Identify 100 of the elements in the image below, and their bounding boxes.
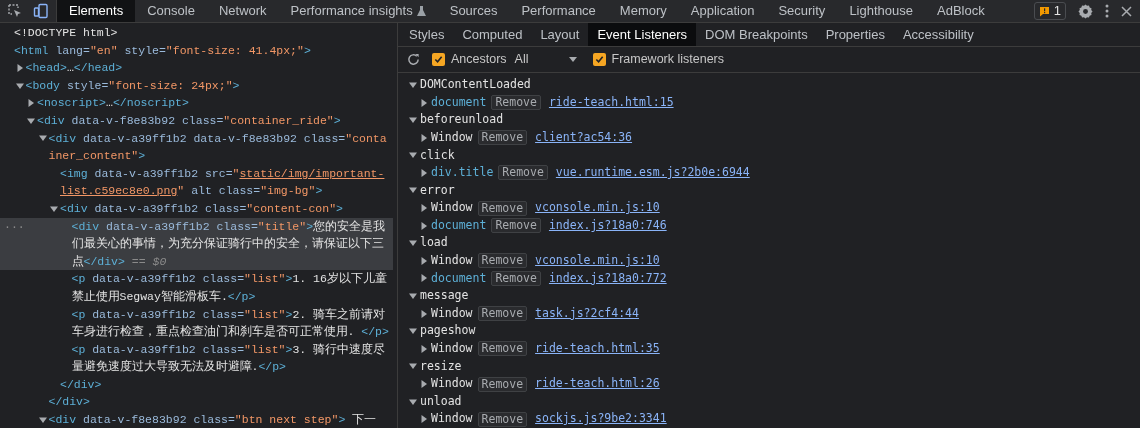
event-name[interactable]: error — [420, 181, 455, 200]
listener-target[interactable]: document — [431, 216, 487, 235]
source-link[interactable]: ride-teach.html:15 — [548, 93, 674, 112]
remove-button[interactable]: Remove — [477, 411, 528, 427]
dom-node-line[interactable]: <head>…</head> — [25, 59, 127, 77]
dom-node-line[interactable]: <div data-v-f8e83b92 class="container_ride"> — [37, 111, 345, 130]
collapsed-arrow-icon[interactable] — [420, 168, 428, 177]
inspect-element-icon[interactable] — [7, 3, 23, 19]
sidebar-tab[interactable]: Properties — [816, 23, 894, 47]
expanded-arrow-icon[interactable] — [409, 292, 417, 301]
dom-node-line[interactable]: <noscript>…</noscript> — [37, 94, 193, 112]
dom-node-line[interactable]: <div data-v-a39ff1b2 class="title">您的安全是我们最关心的事情，为充分保证骑行中的安全，请保证以下三点</div> == $0 — [71, 217, 393, 271]
filter-dropdown[interactable]: All — [514, 50, 577, 69]
panel-tab[interactable]: Security — [766, 0, 838, 22]
dom-node-line[interactable]: <p data-v-a39ff1b2 class="list">2. 骑车之前请对车身进行检查，重点检查油门和刹车是否可正常使用. </p> — [71, 305, 393, 341]
panel-tab[interactable]: Sources — [437, 0, 510, 22]
dom-node-line[interactable]: <p data-v-a39ff1b2 class="list">3. 骑行中速度尽量避免速度过大导致无法及时避障.</p> — [71, 340, 393, 376]
panel-tab[interactable]: Console — [135, 0, 207, 22]
expanded-arrow-icon[interactable] — [409, 362, 417, 371]
panel-tab[interactable]: AdBlock — [925, 0, 997, 22]
collapsed-arrow-icon[interactable] — [420, 309, 428, 318]
collapsed-arrow-icon[interactable] — [27, 99, 35, 108]
panel-tab[interactable]: Performance — [509, 0, 608, 22]
sidebar-tab[interactable]: Layout — [531, 23, 589, 47]
source-link[interactable]: vconsole.min.js:10 — [535, 252, 660, 270]
expanded-arrow-icon[interactable] — [409, 186, 417, 195]
collapsed-arrow-icon[interactable] — [420, 344, 428, 353]
checkbox[interactable] — [432, 53, 445, 67]
refresh-icon[interactable] — [407, 53, 420, 67]
listener-target[interactable]: document — [431, 93, 487, 112]
expanded-arrow-icon[interactable] — [409, 116, 417, 125]
dom-node-line[interactable]: <body style="font-size: 24px;"> — [25, 76, 244, 95]
source-link[interactable]: client?ac54:36 — [535, 128, 633, 147]
remove-button[interactable]: Remove — [477, 306, 528, 322]
issues-badge[interactable]: 1 — [1033, 2, 1066, 20]
sidebar-tab[interactable]: Computed — [453, 23, 532, 47]
source-link[interactable]: vconsole.min.js:10 — [535, 199, 660, 217]
remove-button[interactable]: Remove — [491, 270, 541, 286]
remove-button[interactable]: Remove — [477, 376, 528, 392]
listener-target[interactable]: document — [431, 269, 487, 288]
remove-button[interactable]: Remove — [477, 130, 528, 146]
event-name[interactable]: resize — [420, 357, 462, 376]
listener-target[interactable]: Window — [431, 304, 473, 323]
expanded-arrow-icon[interactable] — [38, 134, 47, 143]
remove-button[interactable]: Remove — [477, 200, 528, 216]
collapsed-arrow-icon[interactable] — [420, 133, 428, 142]
expanded-arrow-icon[interactable] — [409, 327, 417, 336]
listener-target[interactable]: Window — [431, 252, 473, 270]
sidebar-tab[interactable]: Styles — [400, 23, 454, 47]
panel-tab[interactable]: Memory — [607, 0, 679, 22]
expanded-arrow-icon[interactable] — [15, 81, 24, 90]
dom-node-line[interactable]: <img data-v-a39ff1b2 src="static/img/important-list.c59ec8e0.png" alt class="img-bg"> — [60, 164, 393, 200]
expanded-arrow-icon[interactable] — [38, 415, 47, 424]
dom-node-line[interactable]: <div data-v-a39ff1b2 class="content-con"> — [60, 199, 347, 218]
device-toolbar-icon[interactable] — [33, 3, 49, 19]
expanded-arrow-icon[interactable] — [50, 204, 58, 213]
listener-target[interactable]: Window — [431, 128, 473, 147]
expanded-arrow-icon[interactable] — [27, 116, 35, 125]
remove-button[interactable]: Remove — [491, 95, 541, 110]
sidebar-tab[interactable]: Event Listeners — [588, 23, 697, 47]
source-link[interactable]: sockjs.js?9be2:3341 — [535, 410, 667, 428]
listener-target[interactable]: Window — [431, 340, 473, 358]
close-icon[interactable] — [1121, 5, 1132, 17]
source-link[interactable]: index.js?18a0:746 — [548, 216, 667, 235]
more-options-icon[interactable] — [1105, 4, 1109, 18]
expanded-arrow-icon[interactable] — [409, 80, 417, 89]
dom-node-line[interactable]: <p data-v-a39ff1b2 class="list">1. 16岁以下儿童禁止使用Segway智能滑板车.</p> — [71, 270, 393, 306]
remove-button[interactable]: Remove — [498, 165, 548, 181]
expanded-arrow-icon[interactable] — [409, 151, 417, 160]
event-name[interactable]: DOMContentLoaded — [420, 76, 531, 94]
panel-tab[interactable]: Lighthouse — [837, 0, 925, 22]
remove-button[interactable]: Remove — [477, 253, 528, 269]
listener-target[interactable]: div.title — [431, 164, 494, 182]
source-link[interactable]: index.js?18a0:772 — [548, 269, 667, 288]
event-name[interactable]: click — [420, 146, 455, 165]
dom-node-line[interactable]: <div data-v-f8e83b92 class="btn next step"> 下一 — [48, 411, 381, 428]
sidebar-tab[interactable]: DOM Breakpoints — [696, 23, 817, 47]
expanded-arrow-icon[interactable] — [409, 239, 417, 248]
panel-tab[interactable]: Elements — [57, 0, 136, 22]
listener-target[interactable]: Window — [431, 410, 473, 428]
collapsed-arrow-icon[interactable] — [420, 98, 428, 107]
remove-button[interactable]: Remove — [491, 218, 541, 234]
source-link[interactable]: task.js?2cf4:44 — [535, 304, 639, 323]
source-link[interactable]: ride-teach.html:26 — [535, 375, 660, 393]
event-name[interactable]: beforeunload — [420, 111, 504, 129]
dom-node-line[interactable]: <!DOCTYPE html> — [14, 24, 122, 42]
expanded-arrow-icon[interactable] — [409, 397, 417, 406]
event-name[interactable]: pageshow — [420, 322, 476, 341]
checkbox[interactable] — [592, 53, 606, 67]
panel-tab[interactable]: Network — [206, 0, 279, 22]
sidebar-tab[interactable]: Accessibility — [893, 23, 983, 47]
event-name[interactable]: message — [420, 287, 469, 305]
panel-tab[interactable]: Performance insights — [278, 0, 438, 22]
collapsed-arrow-icon[interactable] — [15, 64, 24, 72]
source-link[interactable]: ride-teach.html:35 — [535, 340, 660, 358]
dom-node-line[interactable]: <div data-v-a39ff1b2 data-v-f8e83b92 class="container_content"> — [48, 129, 393, 165]
listener-target[interactable]: Window — [431, 375, 473, 393]
event-name[interactable]: unload — [420, 392, 462, 411]
source-link[interactable]: vue.runtime.esm.js?2b0e:6944 — [555, 164, 750, 182]
settings-icon[interactable] — [1078, 3, 1093, 19]
